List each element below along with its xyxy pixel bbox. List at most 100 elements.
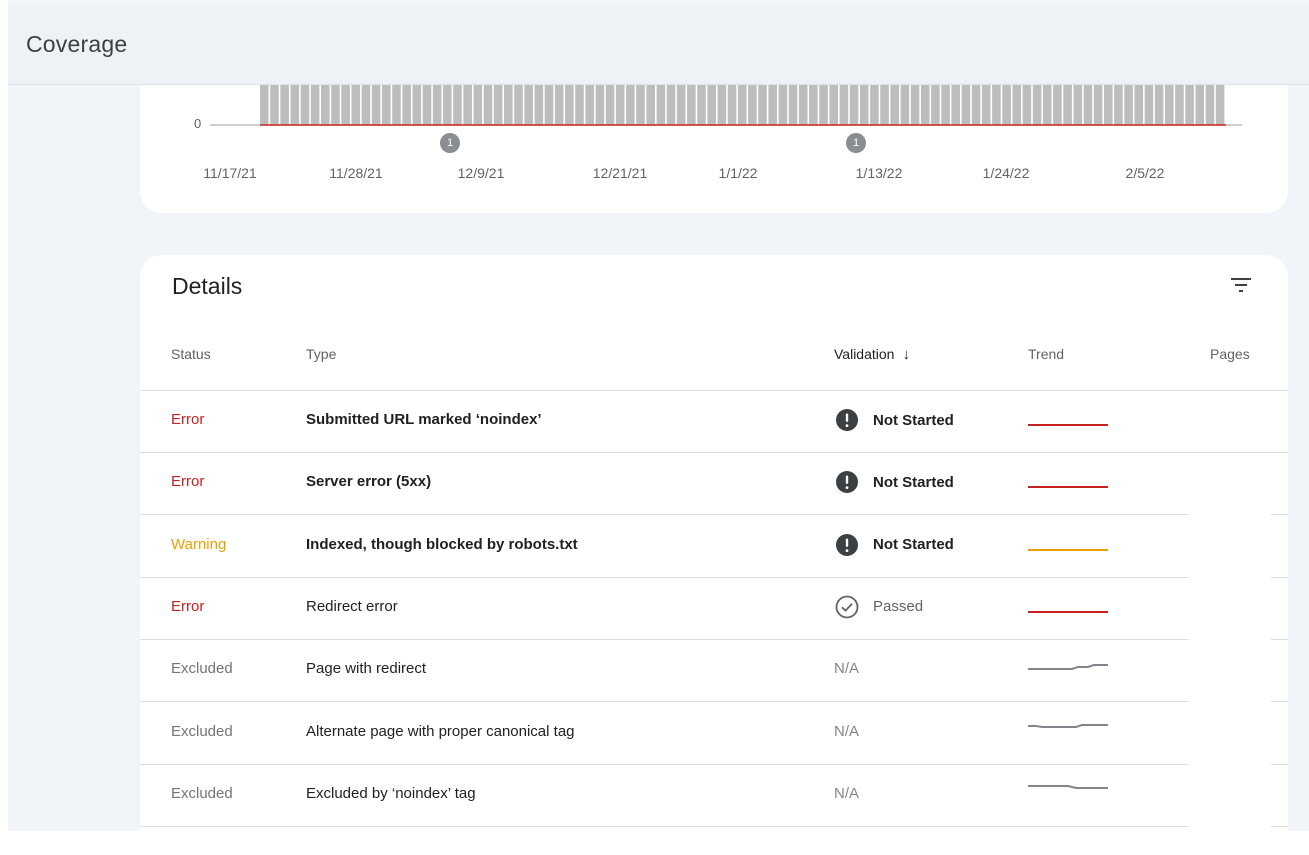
trend-sparkline: [1028, 610, 1108, 613]
chart-bar: [300, 85, 310, 125]
trend-line: [1028, 664, 1108, 671]
table-row[interactable]: Error Redirect error Passed: [140, 578, 1288, 640]
chart-bar: [432, 85, 442, 125]
chart-bar: [402, 85, 411, 125]
chart-bar: [463, 85, 472, 125]
annotation-marker[interactable]: 1: [846, 133, 866, 153]
chart-bar: [331, 85, 340, 125]
chart-bar: [819, 85, 828, 125]
validation-cell: N/A: [834, 660, 860, 678]
chart-bar: [636, 85, 645, 125]
chart-bar: [392, 85, 401, 125]
chart-bar: [1215, 85, 1225, 125]
chart-bar: [870, 85, 879, 125]
trend-sparkline: [1028, 548, 1108, 551]
x-tick-label: 1/13/22: [855, 165, 903, 181]
chart-bar: [758, 85, 767, 125]
type-cell: Server error (5xx): [306, 473, 432, 491]
chart-bar: [859, 85, 869, 125]
chart-plot-area: [210, 85, 1242, 126]
chart-bar: [260, 85, 269, 125]
column-header-trend[interactable]: Trend: [1028, 346, 1064, 362]
type-cell: Page with redirect: [306, 660, 427, 678]
table-row[interactable]: Excluded Page with redirect N/A: [140, 640, 1288, 703]
chart-bar: [280, 85, 289, 125]
x-tick-label: 11/17/21: [203, 165, 257, 181]
y-tick-label: 0: [194, 116, 202, 131]
table-row[interactable]: Excluded Excluded by ‘noindex’ tag N/A: [140, 765, 1288, 827]
chart-bar: [1114, 85, 1123, 125]
chart-bar: [534, 85, 544, 125]
trend-sparkline: [1028, 723, 1108, 728]
chart-bar: [524, 85, 533, 125]
chart-bar: [565, 85, 574, 125]
chart-bar: [788, 85, 798, 125]
chart-bar: [585, 85, 594, 125]
chart-bar: [595, 85, 605, 125]
chart-bar: [1144, 85, 1154, 125]
status-cell: Excluded: [171, 784, 233, 802]
chart-bar: [697, 85, 706, 125]
row-divider: [140, 825, 1189, 827]
validation-cell: N/A: [834, 784, 860, 802]
chart-bar: [290, 85, 300, 125]
status-cell: Warning: [171, 535, 227, 553]
chart-bar: [676, 85, 686, 125]
chart-bar: [707, 85, 716, 125]
filter-icon[interactable]: [1229, 275, 1253, 295]
header-bar: [8, 6, 1309, 85]
column-header-pages[interactable]: Pages: [1210, 346, 1250, 362]
x-tick-label: 1/1/22: [718, 165, 758, 181]
status-cell: Error: [171, 597, 205, 615]
status-cell: Error: [171, 473, 205, 491]
chart-bar: [717, 85, 727, 125]
annotation-marker[interactable]: 1: [440, 133, 460, 153]
type-cell: Submitted URL marked ‘noindex’: [306, 411, 542, 428]
table-row[interactable]: Error Server error (5xx) Not Started: [140, 453, 1288, 516]
x-tick-label: 12/21/21: [592, 165, 648, 181]
column-header-validation[interactable]: Validation ↓: [834, 346, 910, 363]
validation-cell: Not Started: [835, 408, 954, 432]
validation-cell: Not Started: [835, 470, 954, 494]
column-header-type[interactable]: Type: [306, 346, 336, 362]
status-cell: Excluded: [171, 660, 233, 678]
chart-bar: [1195, 85, 1205, 125]
validation-label: Not Started: [873, 536, 954, 554]
trend-sparkline: [1028, 784, 1108, 789]
chart-bar: [737, 85, 747, 125]
validation-label: Not Started: [873, 411, 954, 429]
table-row[interactable]: Warning Indexed, though blocked by robots…: [140, 516, 1288, 578]
x-tick-label: 2/5/22: [1125, 165, 1165, 181]
column-header-status[interactable]: Status: [171, 346, 211, 362]
chart-bar: [727, 85, 737, 125]
type-cell: Excluded by ‘noindex’ tag: [306, 784, 476, 802]
chart-bar: [493, 85, 503, 125]
chart-bar: [453, 85, 462, 125]
chart-bar: [666, 85, 676, 125]
table-row[interactable]: Error Submitted URL marked ‘noindex’ Not S…: [140, 391, 1288, 453]
chart-bar: [626, 85, 635, 125]
chart-bar: [310, 85, 320, 125]
coverage-chart: 0 11/17/21 11/28/21 12/9/21 12/21/21 1/1/22 1…: [140, 85, 1288, 213]
chart-bar: [1022, 85, 1032, 125]
page-title: Coverage: [26, 31, 128, 57]
chart-bar: [1185, 85, 1194, 125]
chart-bar: [544, 85, 554, 125]
chart-bar: [504, 85, 513, 125]
table-row[interactable]: Excluded Alternate page with proper canon…: [140, 703, 1288, 765]
chart-bar: [920, 85, 930, 125]
x-tick-label: 12/9/21: [457, 165, 505, 181]
chart-bar: [1134, 85, 1144, 125]
details-card: Details Status Type Validation ↓ Trend Pa…: [140, 255, 1288, 855]
chart-bar: [809, 85, 818, 125]
chart-bar: [321, 85, 330, 125]
trend-sparkline: [1028, 486, 1108, 489]
x-tick-label: 11/28/21: [329, 165, 383, 181]
chart-bar: [514, 85, 523, 125]
chart-bar: [361, 85, 371, 125]
chart-bar: [371, 85, 381, 125]
chart-bar: [1205, 85, 1215, 125]
row-divider: [1271, 825, 1288, 827]
chart-bar: [961, 85, 971, 125]
chart-bar: [615, 85, 625, 125]
